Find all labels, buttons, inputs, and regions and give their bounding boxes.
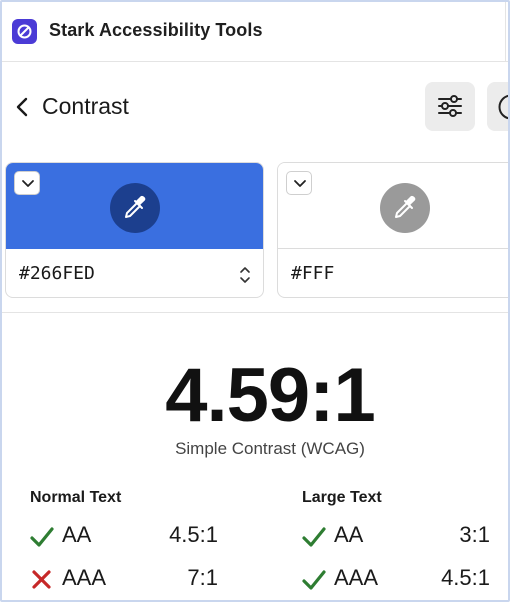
eyedropper-icon — [395, 195, 416, 218]
panel-edge — [505, 2, 506, 62]
required-ratio: 4.5:1 — [169, 522, 218, 547]
large-aaa-row: AAA 4.5:1 — [302, 565, 492, 595]
background-color-card: #FFF — [277, 162, 508, 298]
check-icon — [302, 570, 326, 590]
background-eyedropper-button[interactable] — [380, 183, 430, 233]
foreground-eyedropper-button[interactable] — [110, 183, 160, 233]
large-text-heading: Large Text — [302, 489, 382, 506]
chevron-down-icon — [294, 180, 306, 187]
check-icon — [30, 527, 54, 547]
level-label: AA — [62, 522, 92, 547]
foreground-hex-value[interactable]: #266FED — [19, 263, 95, 284]
eyedropper-icon — [125, 195, 146, 218]
normal-aa-row: AA 4.5:1 — [30, 522, 220, 552]
settings-button[interactable] — [425, 82, 475, 131]
section-divider — [2, 312, 508, 313]
help-button[interactable] — [487, 82, 508, 131]
foreground-color-card: #266FED — [5, 162, 264, 298]
level-label: AAA — [62, 565, 107, 590]
level-label: AA — [334, 522, 364, 547]
normal-aaa-row: AAA 7:1 — [30, 565, 220, 595]
background-menu-button[interactable] — [286, 171, 312, 195]
check-icon — [302, 527, 326, 547]
algorithm-label[interactable]: Simple Contrast (WCAG) — [2, 439, 508, 459]
stepper-icon[interactable] — [239, 266, 251, 284]
contrast-ratio: 4.59:1 — [165, 353, 376, 438]
app-title: Stark Accessibility Tools — [49, 20, 263, 40]
app-window: Stark Accessibility Tools Contrast #266F… — [0, 0, 510, 602]
help-circle-icon — [498, 94, 508, 120]
normal-text-heading: Normal Text — [30, 489, 122, 506]
level-label: AAA — [334, 565, 379, 590]
page-title: Contrast — [42, 93, 129, 119]
sliders-icon — [438, 95, 462, 117]
chevron-left-icon — [16, 97, 28, 117]
cross-icon — [32, 570, 51, 589]
foreground-menu-button[interactable] — [14, 171, 40, 195]
required-ratio: 4.5:1 — [441, 565, 490, 590]
back-button[interactable] — [12, 94, 34, 120]
chevron-down-icon — [22, 180, 34, 187]
stark-logo-icon — [12, 19, 37, 44]
app-header: Stark Accessibility Tools — [2, 2, 508, 62]
required-ratio: 7:1 — [187, 565, 218, 590]
large-aa-row: AA 3:1 — [302, 522, 492, 552]
background-hex-value[interactable]: #FFF — [291, 263, 334, 284]
required-ratio: 3:1 — [459, 522, 490, 547]
